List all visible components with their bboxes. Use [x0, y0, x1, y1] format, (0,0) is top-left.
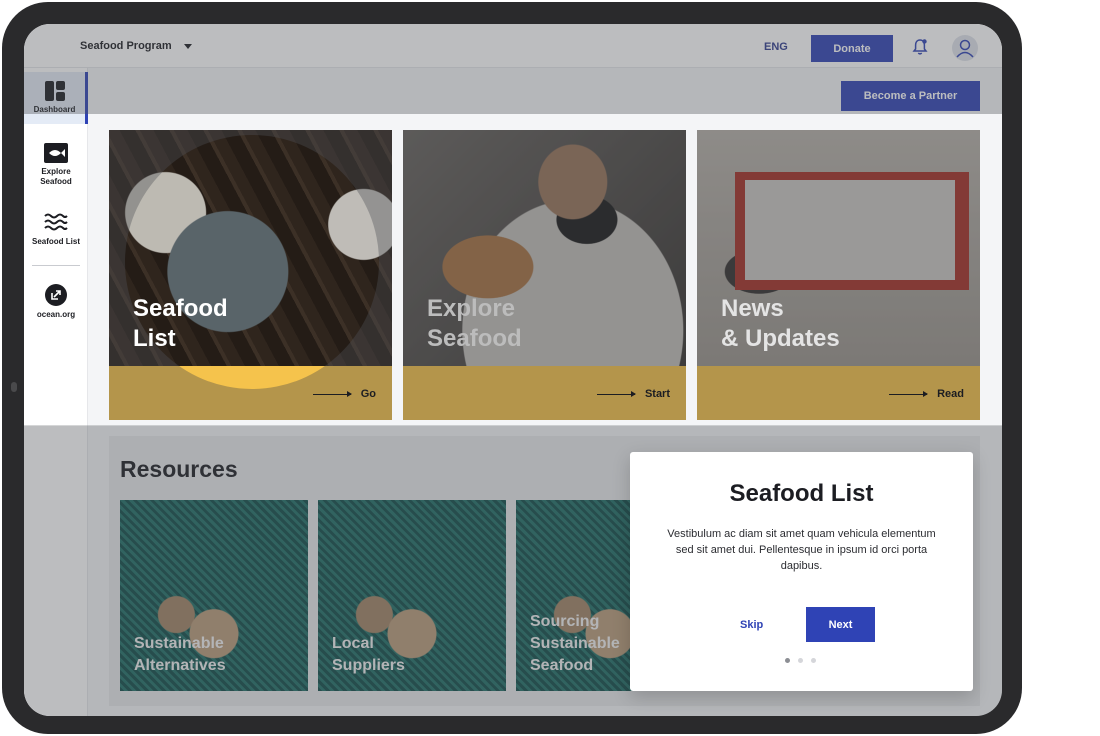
card-title: Seafood List: [133, 295, 228, 352]
card-title: News & Updates: [721, 295, 840, 352]
card-action-label: Read: [937, 388, 964, 400]
sidebar-item-label: Seafood List: [31, 237, 80, 246]
external-link-icon: [45, 284, 67, 306]
sidebar-divider: [32, 265, 80, 266]
tablet-side-button: [11, 382, 17, 392]
sidebar-item-label: Explore Seafood: [40, 167, 72, 186]
card-news-updates[interactable]: News & Updates Read: [697, 130, 980, 420]
onboarding-dim: [697, 130, 980, 420]
tablet-frame: Seafood Program ENG Donate Dashboard Exp…: [2, 2, 1022, 734]
sidebar-item-seafood-list[interactable]: Seafood List: [24, 212, 88, 264]
step-dot[interactable]: [811, 658, 816, 663]
onboarding-dialog: Seafood List Vestibulum ac diam sit amet…: [630, 452, 973, 691]
step-dot[interactable]: [798, 658, 803, 663]
card-seafood-list[interactable]: Seafood List Go: [109, 130, 392, 420]
next-button[interactable]: Next: [806, 607, 875, 642]
onboarding-dim: [403, 130, 686, 420]
card-action-label: Start: [644, 388, 670, 400]
card-action-go[interactable]: Go: [312, 388, 376, 400]
skip-button[interactable]: Skip: [740, 619, 763, 631]
arrow-right-icon: [312, 390, 352, 397]
step-dot[interactable]: [785, 658, 790, 663]
sidebar-item-label: ocean.org: [36, 310, 76, 319]
card-action-start[interactable]: Start: [596, 388, 670, 400]
card-explore-seafood[interactable]: Explore Seafood Start: [403, 130, 686, 420]
card-action-label: Go: [360, 388, 376, 400]
arrow-right-icon: [596, 390, 636, 397]
sidebar-item-explore-seafood[interactable]: Explore Seafood: [24, 142, 88, 194]
dialog-title: Seafood List: [729, 480, 874, 507]
app-screen: Seafood Program ENG Donate Dashboard Exp…: [24, 24, 1002, 716]
sidebar-item-ocean-org[interactable]: ocean.org: [24, 283, 88, 335]
arrow-right-icon: [889, 390, 929, 397]
card-title: Explore Seafood: [427, 295, 522, 352]
step-indicator: [785, 658, 816, 663]
card-action-read[interactable]: Read: [889, 388, 964, 400]
fish-icon: [44, 143, 68, 163]
dialog-body: Vestibulum ac diam sit amet quam vehicul…: [667, 528, 936, 572]
waves-icon: [44, 213, 68, 231]
